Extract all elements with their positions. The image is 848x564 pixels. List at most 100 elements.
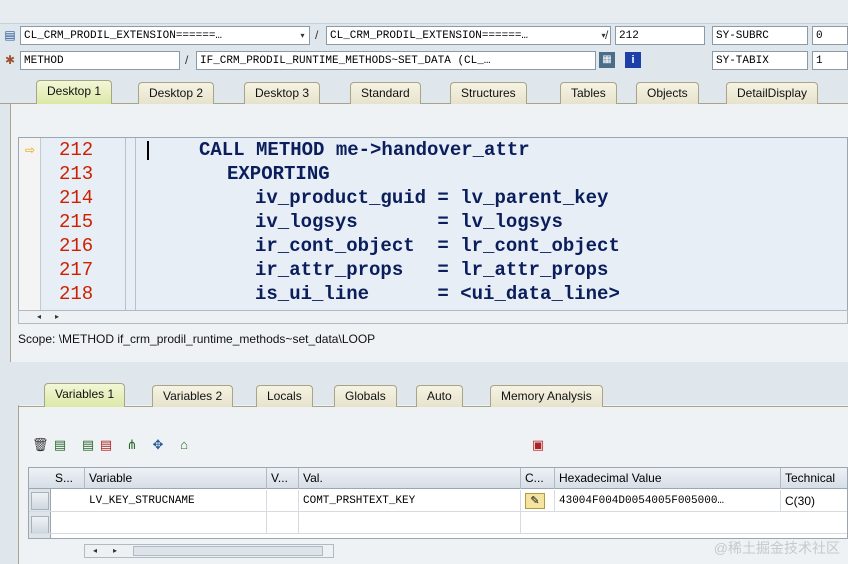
column-header[interactable]: V...: [267, 468, 299, 489]
folder-icon[interactable]: ⌂: [176, 437, 192, 453]
tab-detail-display[interactable]: DetailDisplay: [726, 82, 819, 104]
title-area: [0, 0, 848, 24]
variable-name-cell[interactable]: LV_KEY_STRUCNAME: [85, 490, 267, 512]
include-field[interactable]: CL_CRM_PRODIL_EXTENSION======… ▾: [326, 26, 611, 45]
tab-memory-analysis[interactable]: Memory Analysis: [490, 385, 603, 407]
line-number: 213: [59, 163, 94, 185]
sysvar-subrc-value-field[interactable]: 0: [812, 26, 848, 45]
code-line: EXPORTING: [227, 163, 330, 185]
info-icon[interactable]: i: [625, 52, 641, 68]
v-cell[interactable]: [267, 490, 299, 512]
column-header[interactable]: Val.: [299, 468, 521, 489]
save-variables-icon[interactable]: ▤: [80, 437, 96, 453]
tab-variables-2[interactable]: Variables 2: [152, 385, 234, 407]
scroll-left-arrow-icon[interactable]: ◂: [33, 311, 45, 323]
floppy-save-icon[interactable]: ▣: [530, 437, 546, 453]
program-field[interactable]: CL_CRM_PRODIL_EXTENSION======… ▾: [20, 26, 310, 45]
tab-locals[interactable]: Locals: [256, 385, 313, 407]
technical-type-cell[interactable]: C(30): [781, 490, 847, 512]
sysvar-subrc-field[interactable]: SY-SUBRC: [712, 26, 808, 45]
load-icon[interactable]: ▤: [52, 437, 68, 453]
tab-desktop-2[interactable]: Desktop 2: [138, 82, 215, 104]
value-cell[interactable]: COMT_PRSHTEXT_KEY: [299, 490, 521, 512]
v-cell[interactable]: [267, 512, 299, 534]
column-header[interactable]: Variable: [85, 468, 267, 489]
tab-objects[interactable]: Objects: [636, 82, 699, 104]
event-type-value: METHOD: [24, 55, 64, 67]
tab-tables[interactable]: Tables: [560, 82, 617, 104]
divider: [135, 138, 136, 311]
table-row[interactable]: LV_KEY_STRUCNAME COMT_PRSHTEXT_KEY ✎ 430…: [29, 490, 847, 512]
change-cell[interactable]: ✎: [521, 490, 555, 512]
display-icon[interactable]: ▦: [599, 52, 615, 68]
table-row[interactable]: [29, 512, 847, 534]
scroll-left-arrow-icon[interactable]: ◂: [89, 545, 101, 557]
event-value: IF_CRM_PRODIL_RUNTIME_METHODS~SET_DATA (…: [200, 55, 491, 67]
line-number: 217: [59, 259, 94, 281]
event-type-field[interactable]: METHOD: [20, 51, 180, 70]
hierarchy-icon[interactable]: ⋔: [124, 437, 140, 453]
hex-value-cell[interactable]: 43004F004D0054005F005000…: [555, 490, 781, 512]
sysvar-subrc-value: 0: [816, 30, 823, 42]
separator: /: [185, 53, 189, 67]
line-number: 212: [59, 139, 94, 161]
method-icon: ✱: [4, 53, 16, 67]
text-cursor: [147, 141, 149, 160]
table-header: S... Variable V... Val. C... Hexadecimal…: [29, 468, 847, 489]
line-number-column: 212 213 214 215 216 217 218: [41, 138, 125, 311]
sysvar-subrc-label: SY-SUBRC: [716, 30, 769, 42]
sysvar-tabix-label: SY-TABIX: [716, 55, 769, 67]
event-field[interactable]: IF_CRM_PRODIL_RUNTIME_METHODS~SET_DATA (…: [196, 51, 596, 70]
variables-table: S... Variable V... Val. C... Hexadecimal…: [28, 467, 848, 539]
code-line: iv_product_guid = lv_parent_key: [255, 187, 609, 209]
sysvar-tabix-field[interactable]: SY-TABIX: [712, 51, 808, 70]
move-icon[interactable]: ✥: [150, 437, 166, 453]
column-header[interactable]: Technical: [781, 468, 847, 489]
program-value: CL_CRM_PRODIL_EXTENSION======…: [24, 30, 223, 42]
divider: [125, 138, 126, 311]
line-number: 216: [59, 235, 94, 257]
line-number: 215: [59, 211, 94, 233]
code-line: CALL METHOD me->handover_attr: [199, 139, 530, 161]
tab-auto[interactable]: Auto: [416, 385, 463, 407]
breakpoint-gutter[interactable]: ⇨: [19, 138, 41, 311]
line-number: 218: [59, 283, 94, 305]
scroll-right-arrow-icon[interactable]: ▸: [51, 311, 63, 323]
tab-desktop-1[interactable]: Desktop 1: [36, 80, 113, 104]
tab-standard[interactable]: Standard: [350, 82, 421, 104]
line-number: 214: [59, 187, 94, 209]
tab-variables-1[interactable]: Variables 1: [44, 383, 126, 407]
code-line: iv_logsys = lv_logsys: [255, 211, 563, 233]
tab-globals[interactable]: Globals: [334, 385, 397, 407]
delete-icon[interactable]: 🗑: [32, 437, 49, 453]
sysvar-tabix-value-field[interactable]: 1: [812, 51, 848, 70]
source-editor[interactable]: ⇨ 212 213 214 215 216 217 218 CALL METHO…: [18, 137, 848, 312]
scroll-right-arrow-icon[interactable]: ▸: [109, 545, 121, 557]
tab-structures[interactable]: Structures: [450, 82, 527, 104]
column-header[interactable]: Hexadecimal Value: [555, 468, 781, 489]
table-horizontal-scrollbar[interactable]: ◂ ▸: [84, 544, 334, 558]
include-value: CL_CRM_PRODIL_EXTENSION======…: [330, 30, 529, 42]
sysvar-tabix-value: 1: [816, 55, 823, 67]
scope-text: Scope: \METHOD if_crm_prodil_runtime_met…: [18, 332, 376, 346]
scroll-thumb[interactable]: [133, 546, 323, 556]
pencil-icon[interactable]: ✎: [525, 493, 545, 509]
column-header[interactable]: C...: [521, 468, 555, 489]
editor-horizontal-scrollbar[interactable]: ◂ ▸: [18, 310, 848, 324]
code-line: ir_cont_object = lr_cont_object: [255, 235, 620, 257]
variable-name-cell[interactable]: [85, 512, 267, 534]
current-line-arrow-icon: ⇨: [24, 143, 36, 157]
line-field[interactable]: 212: [615, 26, 705, 45]
value-cell[interactable]: [299, 512, 521, 534]
program-icon: ▤: [4, 28, 16, 42]
code-line: is_ui_line = <ui_data_line>: [255, 283, 620, 305]
code-area[interactable]: CALL METHOD me->handover_attr EXPORTING …: [159, 138, 847, 311]
tab-desktop-3[interactable]: Desktop 3: [244, 82, 321, 104]
line-value: 212: [619, 30, 639, 42]
watermark: @稀土掘金技术社区: [713, 540, 840, 556]
code-line: ir_attr_props = lr_attr_props: [255, 259, 609, 281]
desktop-tabstrip: Desktop 1 Desktop 2 Desktop 3 Standard S…: [0, 80, 848, 104]
dropdown-icon[interactable]: ▾: [297, 28, 308, 43]
column-header[interactable]: S...: [51, 468, 85, 489]
export-icon[interactable]: ▤: [98, 437, 114, 453]
